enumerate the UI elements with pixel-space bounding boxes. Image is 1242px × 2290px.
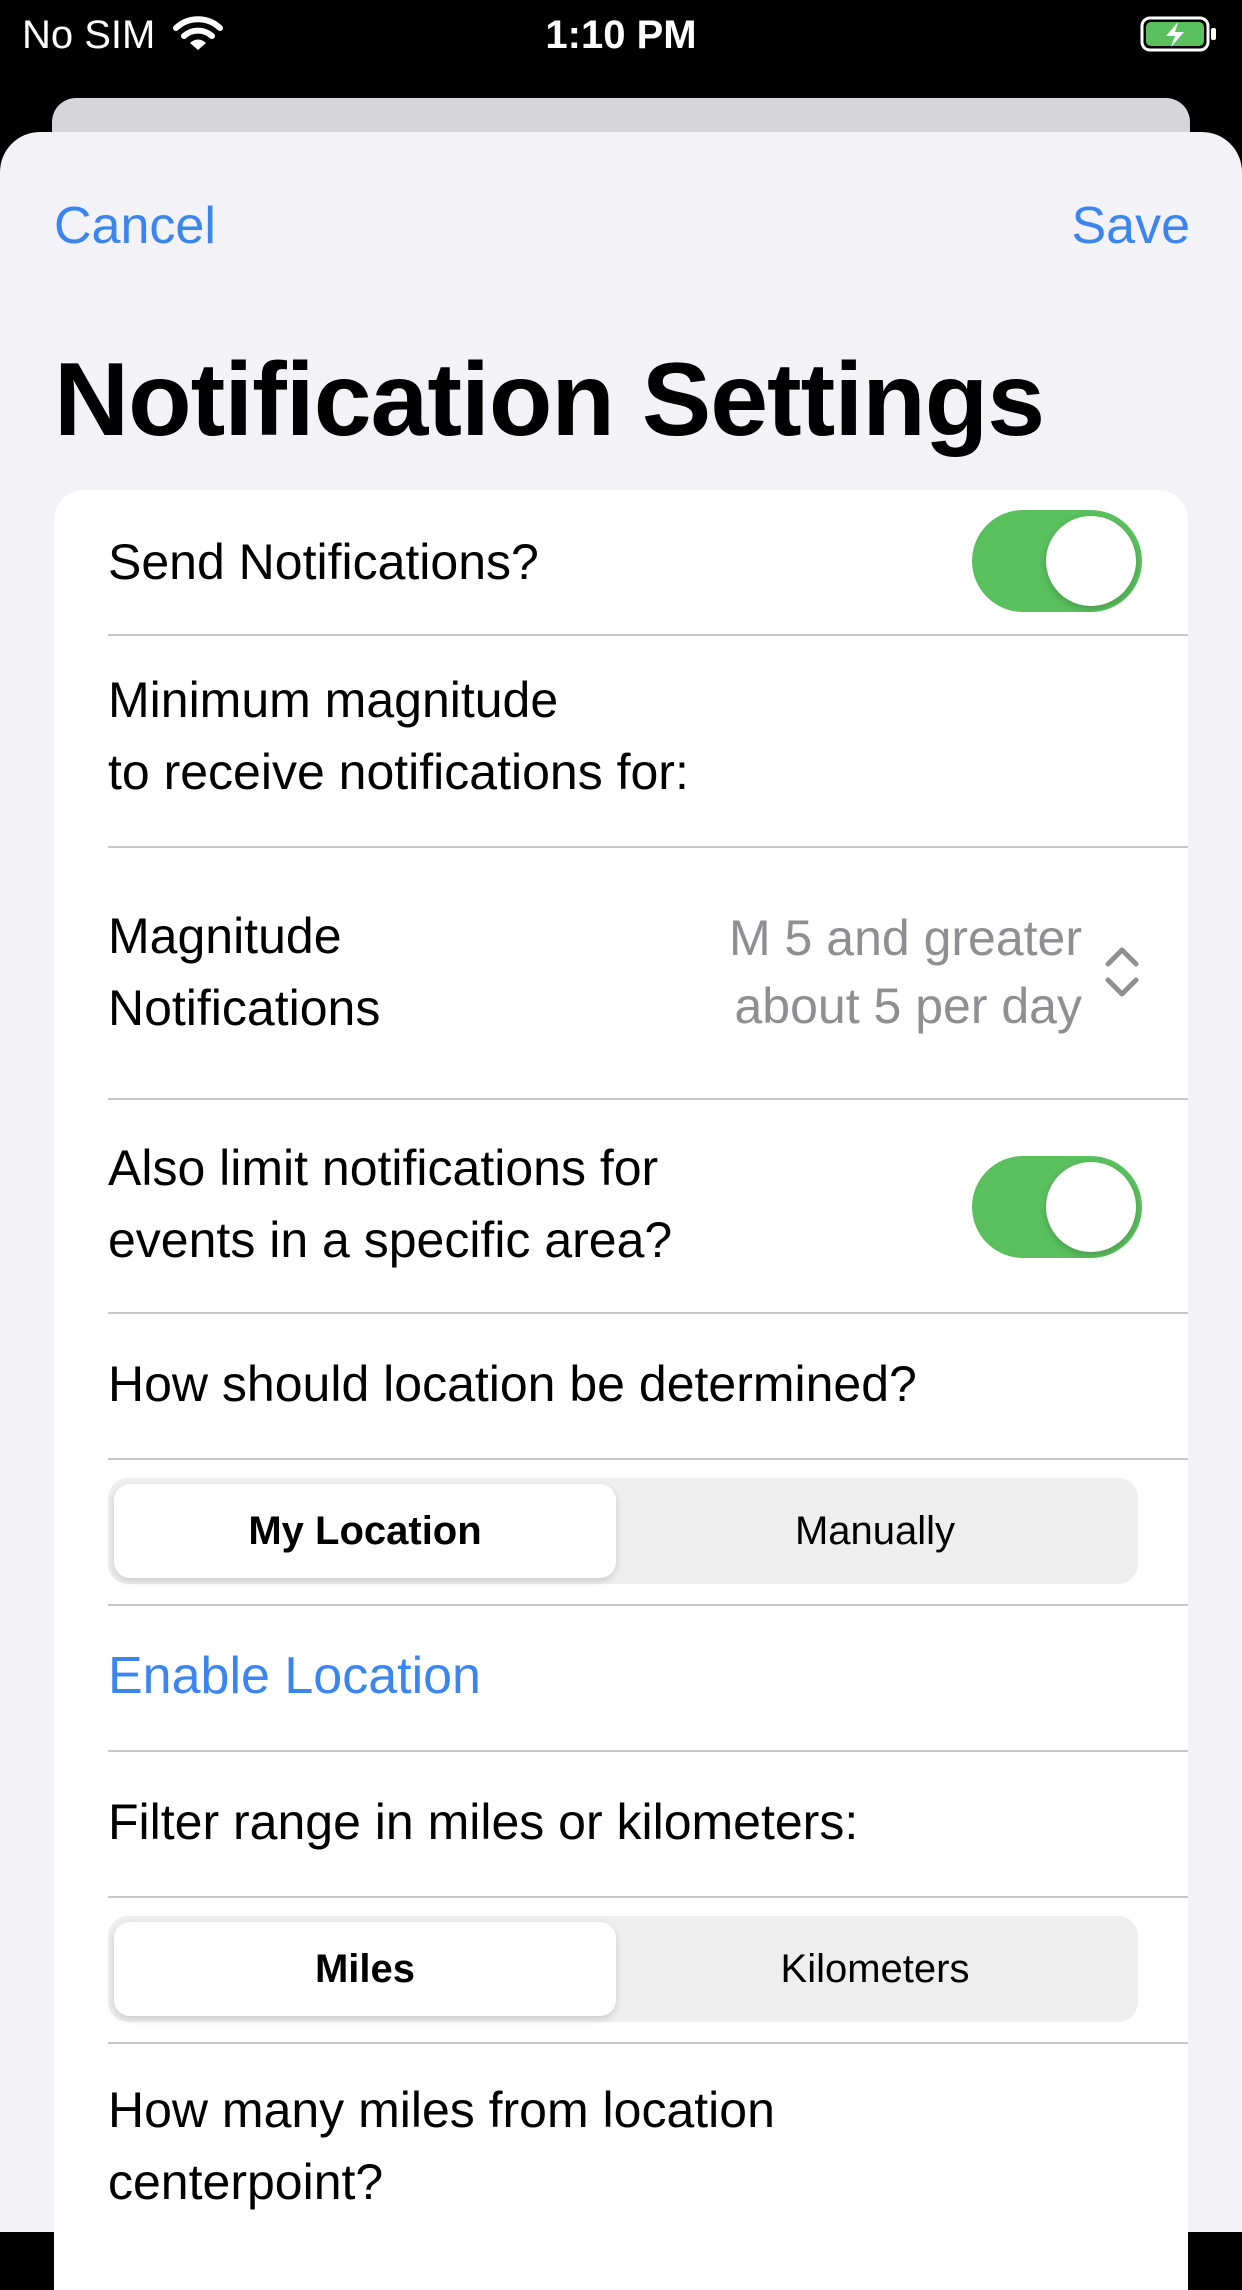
settings-card: Send Notifications? Minimum magnitude to… <box>54 490 1188 2290</box>
min-magnitude-line1: Minimum magnitude <box>108 672 559 728</box>
magnitude-picker-row[interactable]: Magnitude Notifications M 5 and greater … <box>108 846 1188 1100</box>
range-question-row: Filter range in miles or kilometers: <box>108 1750 1188 1898</box>
limit-area-row: Also limit notifications for events in a… <box>108 1098 1188 1314</box>
toggle-knob <box>1046 516 1136 606</box>
battery-charging-icon <box>1140 14 1220 54</box>
magnitude-picker-value: M 5 and greater about 5 per day <box>662 904 1082 1040</box>
enable-location-button[interactable]: Enable Location <box>108 1640 481 1712</box>
location-segmented-control: My Location Manually <box>108 1478 1138 1584</box>
enable-location-row: Enable Location <box>108 1604 1188 1752</box>
magnitude-value-line1: M 5 and greater <box>729 910 1082 966</box>
location-question-row: How should location be determined? <box>108 1312 1188 1460</box>
segment-miles[interactable]: Miles <box>114 1922 616 2016</box>
magnitude-picker[interactable]: M 5 and greater about 5 per day <box>622 904 1142 1044</box>
distance-question-line2: centerpoint? <box>108 2154 384 2210</box>
distance-question-line1: How many miles from location <box>108 2082 775 2138</box>
magnitude-label-line1: Magnitude <box>108 908 342 964</box>
limit-area-line2: events in a specific area? <box>108 1212 673 1268</box>
min-magnitude-row: Minimum magnitude to receive notificatio… <box>108 634 1188 848</box>
unit-segment-row: Miles Kilometers <box>108 1896 1188 2044</box>
send-notifications-toggle[interactable] <box>972 510 1142 612</box>
limit-area-line1: Also limit notifications for <box>108 1140 659 1196</box>
min-magnitude-heading: Minimum magnitude to receive notificatio… <box>108 664 689 808</box>
limit-area-label: Also limit notifications for events in a… <box>108 1132 672 1276</box>
unit-segmented-control: Miles Kilometers <box>108 1916 1138 2022</box>
clock: 1:10 PM <box>545 13 697 57</box>
toggle-knob <box>1046 1162 1136 1252</box>
page-title: Notification Settings <box>54 342 1045 458</box>
send-notifications-label: Send Notifications? <box>108 534 539 590</box>
cancel-button[interactable]: Cancel <box>54 196 216 256</box>
status-bar: No SIM 1:10 PM <box>0 0 1242 70</box>
distance-question-label: How many miles from location centerpoint… <box>108 2074 775 2218</box>
location-question-label: How should location be determined? <box>108 1356 917 1412</box>
magnitude-label-line2: Notifications <box>108 980 381 1036</box>
save-button[interactable]: Save <box>1071 196 1190 256</box>
segment-my-location[interactable]: My Location <box>114 1484 616 1578</box>
location-segment-row: My Location Manually <box>108 1458 1188 1606</box>
send-notifications-row: Send Notifications? <box>108 490 1188 636</box>
segment-manually[interactable]: Manually <box>624 1484 1126 1578</box>
min-magnitude-line2: to receive notifications for: <box>108 744 689 800</box>
chevron-up-down-icon <box>1102 942 1142 1002</box>
distance-question-row: How many miles from location centerpoint… <box>108 2042 1188 2242</box>
magnitude-value-line2: about 5 per day <box>734 978 1083 1034</box>
magnitude-picker-label: Magnitude Notifications <box>108 900 380 1044</box>
limit-area-toggle[interactable] <box>972 1156 1142 1258</box>
segment-kilometers[interactable]: Kilometers <box>624 1922 1126 2016</box>
range-question-label: Filter range in miles or kilometers: <box>108 1794 859 1850</box>
